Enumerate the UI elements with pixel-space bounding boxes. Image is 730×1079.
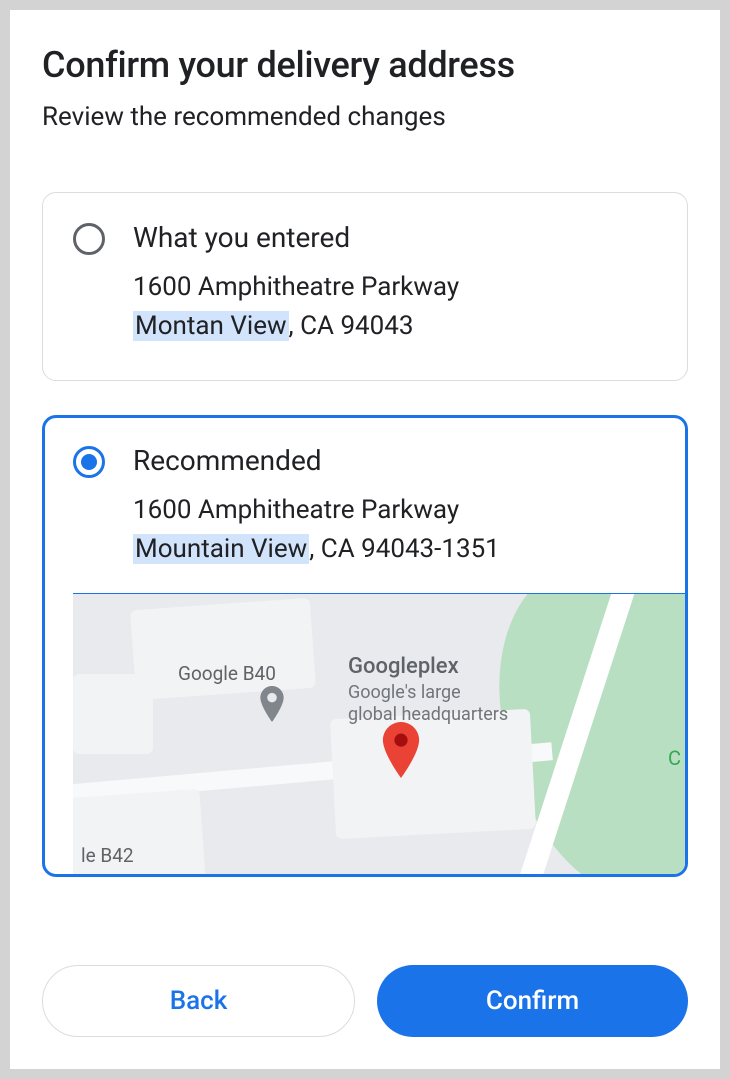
option-recommended-label: Recommended [133, 444, 657, 477]
radio-recommended[interactable] [73, 446, 105, 478]
map-poi-label-b40: Google B40 [178, 662, 276, 685]
entered-address-line1: 1600 Amphitheatre Parkway [133, 268, 657, 307]
dialog-title: Confirm your delivery address [42, 44, 688, 86]
map-poi-label-googleplex: Googleplex [348, 654, 459, 679]
map-marker-icon [381, 722, 421, 782]
confirm-button[interactable]: Confirm [377, 965, 688, 1037]
map-wrap: Google B40 Googleplex Google's large glo… [73, 593, 685, 874]
map-edge-label: C [668, 746, 681, 770]
option-recommended-body: Recommended 1600 Amphitheatre Parkway Mo… [133, 444, 657, 874]
map-building [330, 709, 536, 839]
map-preview[interactable]: Google B40 Googleplex Google's large glo… [73, 594, 685, 874]
poi-pin-icon [259, 686, 285, 726]
option-entered-label: What you entered [133, 221, 657, 254]
map-poi-label-b42: le B42 [81, 844, 134, 867]
recommended-address-line1: 1600 Amphitheatre Parkway [133, 491, 657, 530]
entered-address-line2: Montan View, CA 94043 [133, 307, 657, 346]
dialog-subtitle: Review the recommended changes [42, 102, 688, 132]
option-recommended[interactable]: Recommended 1600 Amphitheatre Parkway Mo… [42, 415, 688, 877]
entered-address-rest: , CA 94043 [289, 311, 414, 341]
map-poi-sub2: global headquarters [348, 704, 508, 725]
map-poi-sublabel-googleplex: Google's large global headquarters [348, 682, 508, 725]
confirm-address-dialog: Confirm your delivery address Review the… [10, 10, 720, 1069]
recommended-address-rest: , CA 94043-1351 [309, 534, 500, 564]
dialog-actions: Back Confirm [42, 935, 688, 1037]
map-poi-sub1: Google's large [348, 682, 461, 703]
recommended-address-line2: Mountain View, CA 94043-1351 [133, 530, 657, 569]
radio-entered[interactable] [73, 223, 105, 255]
entered-city-highlight: Montan View [133, 311, 289, 341]
map-building [73, 674, 153, 754]
option-entered[interactable]: What you entered 1600 Amphitheatre Parkw… [42, 192, 688, 381]
back-button[interactable]: Back [42, 965, 355, 1037]
recommended-city-highlight: Mountain View [133, 534, 309, 564]
option-entered-body: What you entered 1600 Amphitheatre Parkw… [133, 221, 657, 346]
